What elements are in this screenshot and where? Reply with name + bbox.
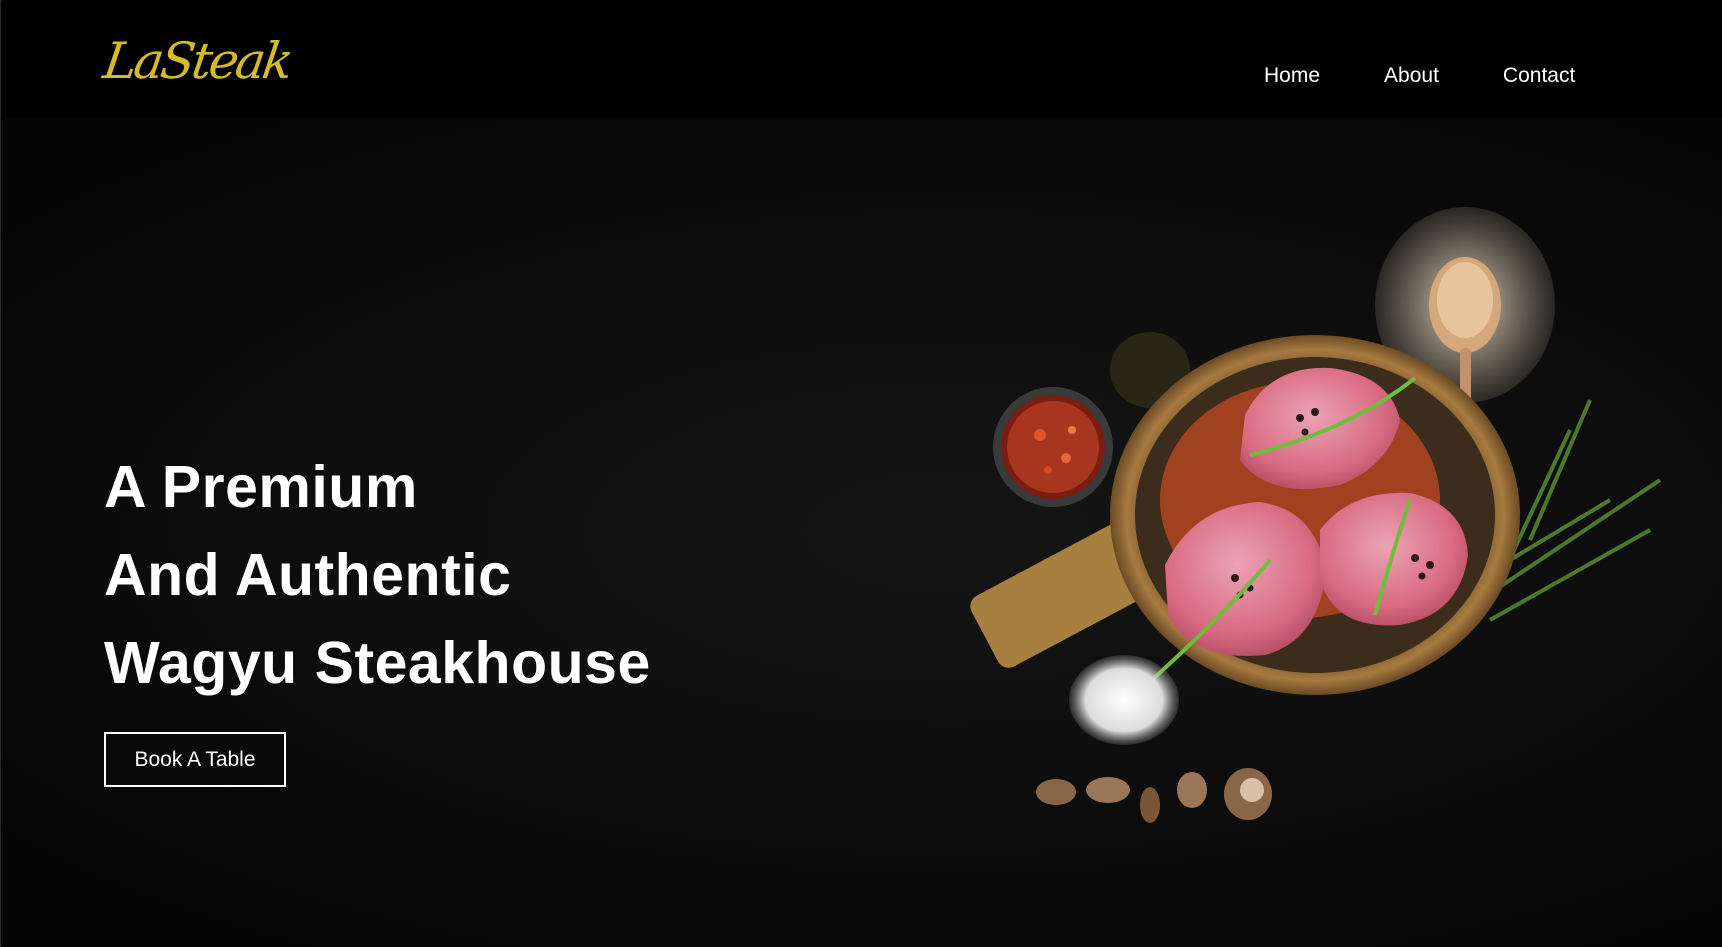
nav-link-contact[interactable]: Contact [1503, 64, 1575, 88]
navbar: LaSteak Home About Contact [2, 0, 1722, 118]
nav-link-home[interactable]: Home [1264, 64, 1320, 88]
chili-flakes-bowl [993, 387, 1113, 507]
salt-pile [1069, 655, 1179, 745]
nav-links: Home About Contact [1264, 64, 1575, 88]
hero-headline-line-2: And Authentic [104, 542, 512, 608]
steak-board-illustration [970, 207, 1662, 823]
hero-headline-line-3: Wagyu Steakhouse [104, 630, 651, 696]
hero-headline: A Premium And Authentic Wagyu Steakhouse [104, 443, 651, 707]
walnut-pieces [1036, 768, 1272, 823]
brand-logo[interactable]: LaSteak [100, 32, 294, 90]
book-table-button[interactable]: Book A Table [104, 732, 286, 787]
nav-link-about[interactable]: About [1384, 64, 1439, 88]
hero-headline-line-1: A Premium [104, 454, 418, 520]
